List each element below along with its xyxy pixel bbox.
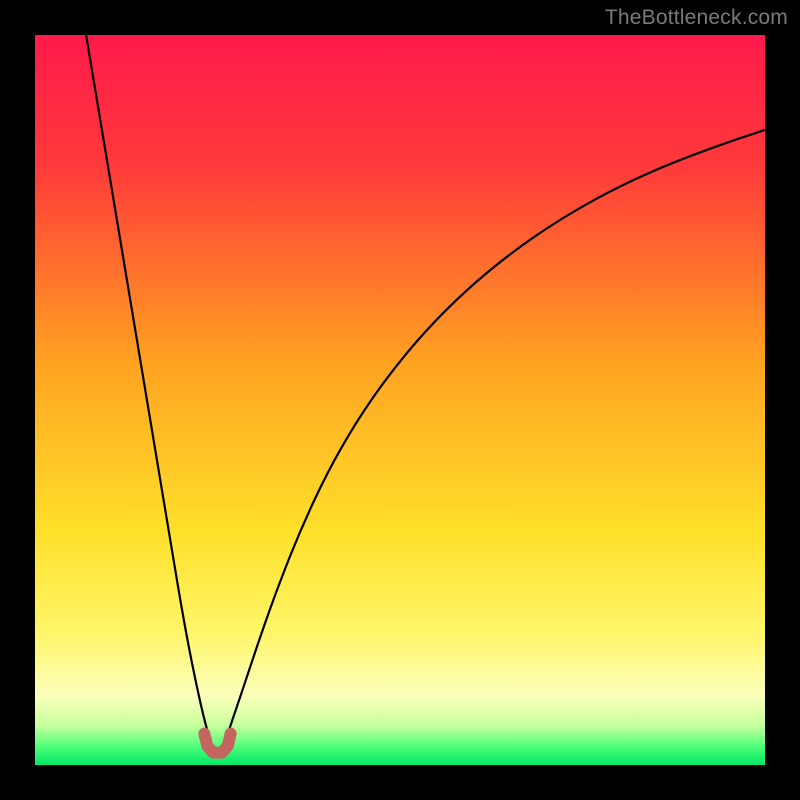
watermark-text: TheBottleneck.com <box>605 6 788 30</box>
plot-area <box>35 35 765 765</box>
chart-frame: TheBottleneck.com <box>0 0 800 800</box>
gradient-background <box>35 35 765 765</box>
chart-canvas <box>35 35 765 765</box>
